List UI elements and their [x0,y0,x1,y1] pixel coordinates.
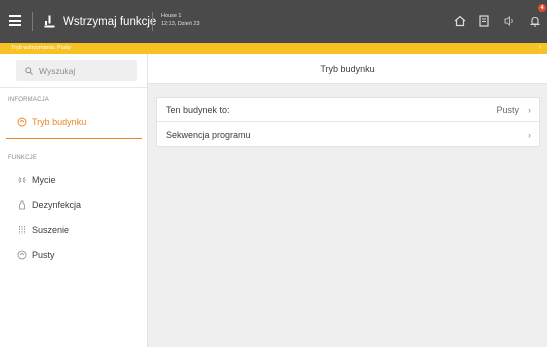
active-indicator [6,138,142,139]
main-content: Tryb budynku Ten budynek to: Pusty › Sek… [148,54,547,347]
document-icon[interactable] [477,14,491,28]
bell-icon[interactable] [528,14,542,28]
sidebar-item-label: Tryb budynku [32,117,87,127]
status-bar[interactable]: Tryb wstrzymania: Pusty › [0,43,547,54]
section-label-info: INFORMACJA [8,97,49,103]
sidebar-item-label: Dezynfekcja [32,200,82,210]
sidebar-item-label: Pusty [32,250,55,260]
row-label: Ten budynek to: [166,104,230,115]
house-mode-icon [17,117,27,127]
menu-icon[interactable] [9,15,21,26]
sidebar-item-disinfection[interactable]: Dezynfekcja [0,195,147,215]
row-label: Sekwencja programu [166,130,251,140]
building-type-row[interactable]: Ten budynek to: Pusty › [157,98,541,122]
search-input[interactable]: Wyszukaj [16,60,137,81]
top-bar: Wstrzymaj funkcje House 1 12:13, Dzień 2… [0,0,547,43]
divider [0,87,147,88]
sound-icon[interactable] [502,14,516,28]
empty-icon [17,250,27,260]
search-placeholder: Wyszukaj [39,65,76,76]
status-text: Tryb wstrzymania: Pusty [11,45,71,51]
pause-functions-button[interactable]: Wstrzymaj funkcje [44,11,156,32]
page-header: Tryb budynku [148,54,547,84]
program-sequence-row[interactable]: Sekwencja programu › [157,123,541,147]
chevron-right-icon: › [528,130,531,140]
search-icon [25,66,33,75]
house-info: House 1 12:13, Dzień 23 [161,13,200,28]
row-value: Pusty [496,104,519,115]
house-datetime: 12:13, Dzień 23 [161,20,200,27]
sidebar-item-drying[interactable]: Suszenie [0,220,147,240]
sidebar-item-label: Mycie [32,175,56,185]
divider [152,12,153,31]
sidebar-item-empty[interactable]: Pusty [0,245,147,265]
chevron-right-icon: › [538,44,541,51]
pause-functions-icon [44,15,55,28]
disinfection-icon [17,200,27,210]
section-label-functions: FUNKCJE [8,155,38,161]
divider [32,12,33,31]
sidebar: Wyszukaj INFORMACJA Tryb budynku FUNKCJE… [0,54,148,347]
sidebar-item-washing[interactable]: Mycie [0,170,147,190]
sidebar-item-label: Suszenie [32,225,70,235]
house-name: House 1 [161,13,182,19]
home-icon[interactable] [453,14,467,28]
notification-badge: 4 [538,4,546,12]
chevron-right-icon: › [528,104,531,115]
pause-functions-label: Wstrzymaj funkcje [63,15,157,28]
drying-icon [17,225,27,235]
page-title: Tryb budynku [320,63,375,74]
washing-icon [17,175,27,185]
settings-card: Ten budynek to: Pusty › Sekwencja progra… [156,97,541,147]
sidebar-item-building-mode[interactable]: Tryb budynku [0,112,147,132]
